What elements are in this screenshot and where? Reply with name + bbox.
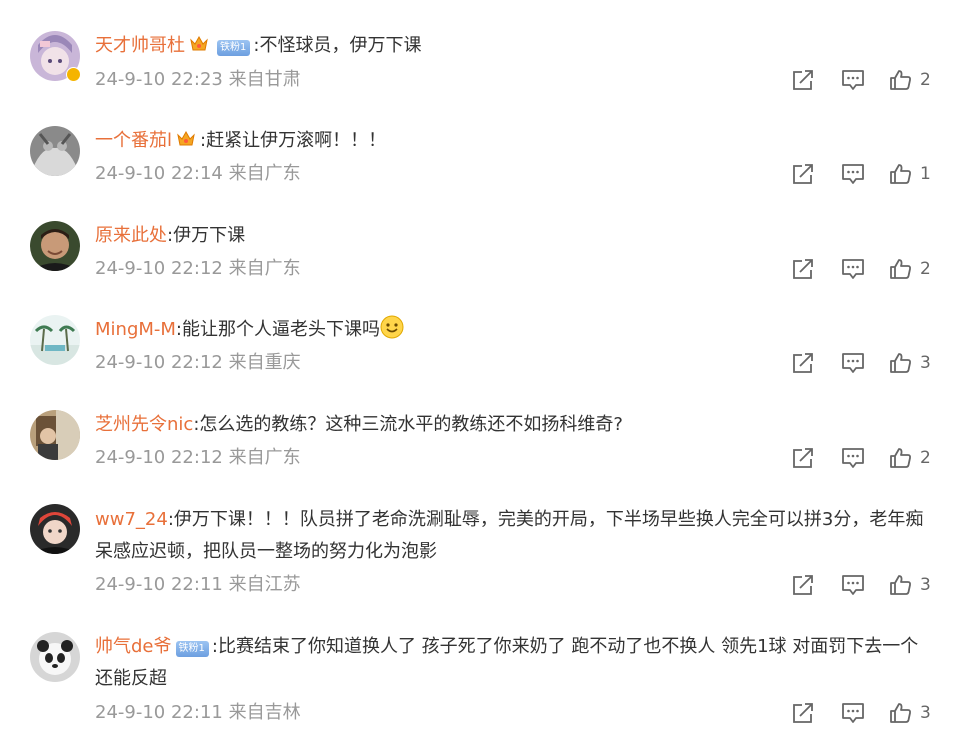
comment-location: 来自广东 (228, 258, 301, 279)
avatar[interactable] (30, 126, 80, 176)
comment-meta: 24-9-10 22:11 来自吉林 (95, 701, 301, 725)
like-count: 2 (920, 259, 931, 279)
comment-icon[interactable] (840, 68, 866, 92)
like-count: 3 (920, 353, 931, 373)
crown-icon (189, 32, 209, 64)
comment-actions: 1 (790, 162, 940, 186)
comment-text-block: 一个番茄l :赶紧让伊万滚啊！！！ (95, 125, 940, 159)
comment-icon[interactable] (840, 162, 866, 186)
share-icon[interactable] (790, 162, 816, 186)
avatar[interactable] (30, 221, 80, 271)
username[interactable]: 一个番茄l (95, 130, 172, 151)
comment-icon[interactable] (840, 351, 866, 375)
share-icon[interactable] (790, 68, 816, 92)
thumb-up-icon[interactable] (888, 446, 914, 470)
comment-actions: 3 (790, 351, 940, 375)
comment-content: :伊万下课 (167, 225, 246, 246)
like-count: 2 (920, 70, 931, 90)
comment-actions: 3 (790, 573, 940, 597)
comment-meta: 24-9-10 22:12 来自广东 (95, 446, 301, 470)
thumb-up-icon[interactable] (888, 701, 914, 725)
comment-location: 来自甘肃 (228, 69, 301, 90)
comment-time: 24-9-10 22:12 (95, 447, 223, 468)
comment-content: :伊万下课！！！队员拼了老命洗涮耻辱，完美的开局，下半场早些换人完全可以拼3分，… (95, 509, 924, 562)
like-count: 3 (920, 703, 931, 723)
comment-location: 来自广东 (228, 163, 301, 184)
comment-actions: 3 (790, 701, 940, 725)
avatar[interactable] (30, 410, 80, 460)
comment-content: :能让那个人逼老头下课吗 (175, 319, 380, 340)
comment-time: 24-9-10 22:12 (95, 352, 223, 373)
username[interactable]: 帅气de爷 (95, 636, 172, 657)
comment-icon[interactable] (840, 446, 866, 470)
comment-text-block: ww7_24:伊万下课！！！队员拼了老命洗涮耻辱，完美的开局，下半场早些换人完全… (95, 504, 940, 568)
fan-badge: 铁粉1 (175, 641, 209, 657)
comment-location: 来自广东 (228, 447, 301, 468)
thumb-up-icon[interactable] (888, 257, 914, 281)
username[interactable]: 原来此处 (95, 225, 167, 246)
comment-icon[interactable] (840, 573, 866, 597)
username[interactable]: MingM-M (95, 319, 176, 340)
comment-time: 24-9-10 22:11 (95, 702, 223, 723)
avatar[interactable] (30, 504, 80, 554)
thumb-up-icon[interactable] (888, 573, 914, 597)
comment-location: 来自江苏 (228, 574, 301, 595)
share-icon[interactable] (790, 351, 816, 375)
comment-icon[interactable] (840, 257, 866, 281)
comment-text-block: MingM-M:能让那个人逼老头下课吗 (95, 314, 940, 350)
comment-content: :不怪球员，伊万下课 (253, 35, 422, 56)
comment-location: 来自吉林 (228, 702, 301, 723)
verified-badge-icon (66, 67, 81, 82)
comment-actions: 2 (790, 446, 940, 470)
smile-emoji-icon (380, 315, 404, 350)
thumb-up-icon[interactable] (888, 162, 914, 186)
comment-meta: 24-9-10 22:14 来自广东 (95, 162, 301, 186)
username[interactable]: 天才帅哥杜 (95, 35, 185, 56)
comment-text-block: 芝州先令nic:怎么选的教练？这种三流水平的教练还不如扬科维奇? (95, 409, 940, 441)
avatar[interactable] (30, 632, 80, 682)
share-icon[interactable] (790, 446, 816, 470)
like-count: 1 (920, 164, 931, 184)
comment-actions: 2 (790, 68, 940, 92)
comment-time: 24-9-10 22:11 (95, 574, 223, 595)
comment-text-block: 天才帅哥杜 铁粉1:不怪球员，伊万下课 (95, 30, 940, 64)
thumb-up-icon[interactable] (888, 68, 914, 92)
comment-meta: 24-9-10 22:23 来自甘肃 (95, 68, 301, 92)
like-count: 3 (920, 575, 931, 595)
comment-content: :比赛结束了你知道换人了 孩子死了你来奶了 跑不动了也不换人 领先1球 对面罚下… (95, 636, 919, 689)
comment-meta: 24-9-10 22:12 来自重庆 (95, 351, 301, 375)
comment-text-block: 原来此处:伊万下课 (95, 220, 940, 252)
username[interactable]: 芝州先令nic (95, 414, 193, 435)
share-icon[interactable] (790, 257, 816, 281)
comment-location: 来自重庆 (228, 352, 301, 373)
crown-icon (176, 127, 196, 159)
like-count: 2 (920, 448, 931, 468)
comment-text-block: 帅气de爷 铁粉1:比赛结束了你知道换人了 孩子死了你来奶了 跑不动了也不换人 领… (95, 631, 940, 695)
comment-time: 24-9-10 22:14 (95, 163, 223, 184)
comment-icon[interactable] (840, 701, 866, 725)
comment-meta: 24-9-10 22:11 来自江苏 (95, 573, 301, 597)
share-icon[interactable] (790, 701, 816, 725)
username[interactable]: ww7_24 (95, 509, 168, 530)
avatar[interactable] (30, 315, 80, 365)
comment-time: 24-9-10 22:12 (95, 258, 223, 279)
comment-actions: 2 (790, 257, 940, 281)
share-icon[interactable] (790, 573, 816, 597)
comment-meta: 24-9-10 22:12 来自广东 (95, 257, 301, 281)
comment-time: 24-9-10 22:23 (95, 69, 223, 90)
fan-badge: 铁粉1 (217, 40, 251, 56)
comment-content: :赶紧让伊万滚啊！！！ (200, 130, 387, 151)
comment-content: :怎么选的教练？这种三流水平的教练还不如扬科维奇? (193, 414, 623, 435)
thumb-up-icon[interactable] (888, 351, 914, 375)
